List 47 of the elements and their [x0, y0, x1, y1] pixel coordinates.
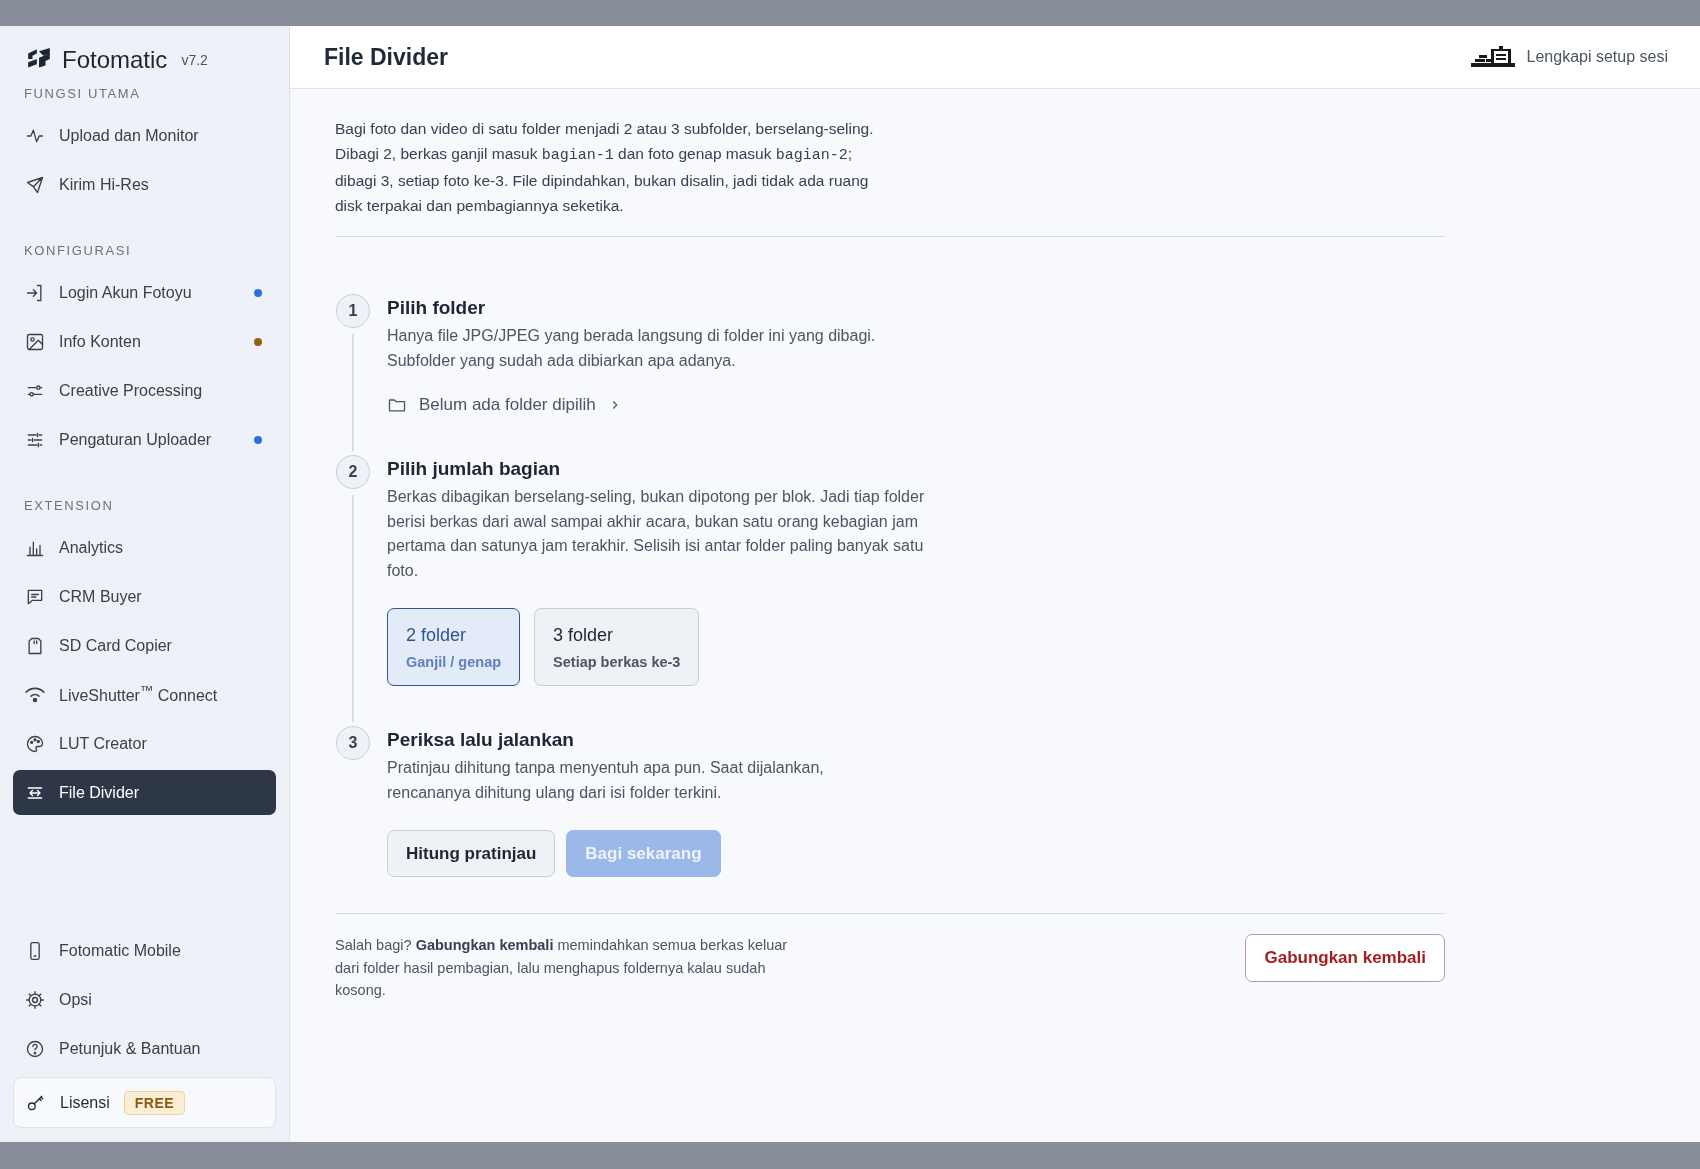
secondary-button[interactable]: Hitung pratinjau: [387, 830, 556, 877]
merge-note: Salah bagi? Gabungkan kembali memindahkan semua berkas keluar dari folder hasil pembagian, lalu menghapus foldernya kalau sudah kosong.: [335, 936, 789, 1000]
sidebar-item[interactable]: Upload dan Monitor: [13, 113, 276, 158]
setup-link[interactable]: Lengkapi setup sesi: [1470, 46, 1668, 68]
step-title: Periksa lalu jalankan: [387, 729, 575, 751]
section-heading: EXTENSION: [23, 497, 115, 515]
image-icon: [25, 331, 45, 352]
sidebar-item[interactable]: LUT Creator: [13, 721, 276, 766]
step-title: Pilih folder: [387, 297, 487, 319]
option-card[interactable]: 2 folder Ganjil / genap: [387, 608, 521, 686]
sidebar-item[interactable]: Pengaturan Uploader: [13, 417, 276, 462]
sidebar-item[interactable]: Petunjuk & Bantuan: [13, 1026, 276, 1071]
section-heading: KONFIGURASI: [23, 242, 133, 260]
help-icon: [25, 1038, 45, 1059]
sidebar-item[interactable]: CRM Buyer: [13, 574, 276, 619]
step-description: Pratinjau dihitung tanpa menyentuh apa pun. Saat dijalankan, rencananya dihitung ulang dari isi folder terkini.: [387, 758, 825, 803]
send-icon: [25, 174, 45, 195]
step-title: Pilih jumlah bagian: [387, 458, 562, 480]
sidebar-item[interactable]: Analytics: [13, 525, 276, 570]
login-icon: [25, 282, 45, 303]
sidebar-item[interactable]: Login Akun Fotoyu: [13, 270, 276, 315]
step-description: Hanya file JPG/JPEG yang berada langsung di folder ini yang dibagi. Subfolder yang sudah ada dibiarkan apa adanya.: [387, 326, 877, 371]
sidebar-item[interactable]: SD Card Copier: [13, 623, 276, 668]
step-number: 2: [336, 455, 370, 489]
plan-badge: FREE: [123, 1090, 186, 1115]
step-description: Berkas dibagikan berselang-seling, bukan dipotong per blok. Jadi tiap folder berisi berkas dari awal sampai akhir acara, bukan satu orang kebagian jam pertama dan satunya jam terakhir. Selisih isi antar folder paling banyak satu foto.: [387, 487, 926, 581]
pixel-art-icon: [1470, 46, 1515, 68]
app-name: Fotomatic: [62, 46, 168, 74]
sidebar-item[interactable]: File Divider: [13, 770, 276, 815]
sidebar-item[interactable]: Fotomatic Mobile: [13, 928, 276, 973]
settings-icon: [25, 989, 45, 1010]
intro-paragraph: Bagi foto dan video di satu folder menjadi 2 atau 3 subfolder, berselang-seling. Dibagi 2, berkas ganjil masuk bagian-1 dan foto genap masuk bagian-2; dibagi 3, setiap foto ke-3. File dipindahkan, bukan disalin, jadi tidak ada ruang disk terpakai dan pembagiannya seketika.: [335, 119, 875, 216]
palette-icon: [25, 733, 45, 754]
version-label: v7.2: [181, 52, 208, 68]
sidebar-item[interactable]: Kirim Hi-Res: [13, 162, 276, 207]
license-button[interactable]: Lisensi FREE: [13, 1077, 276, 1128]
folder-picker[interactable]: Belum ada folder dipilih: [387, 395, 622, 415]
sidebar-item[interactable]: Info Konten: [13, 319, 276, 364]
section-heading: FUNGSI UTAMA: [23, 85, 142, 103]
sidebar-item[interactable]: Creative Processing: [13, 368, 276, 413]
step-number: 1: [336, 294, 370, 328]
page-title: File Divider: [324, 43, 448, 71]
sidebar-item[interactable]: Opsi: [13, 977, 276, 1022]
option-card[interactable]: 3 folder Setiap berkas ke-3: [534, 608, 700, 686]
merge-button[interactable]: Gabungkan kembali: [1245, 934, 1445, 982]
step-number: 3: [336, 726, 370, 760]
sidebar-item[interactable]: LiveShutter$^{™}$ Connect: [13, 672, 276, 717]
